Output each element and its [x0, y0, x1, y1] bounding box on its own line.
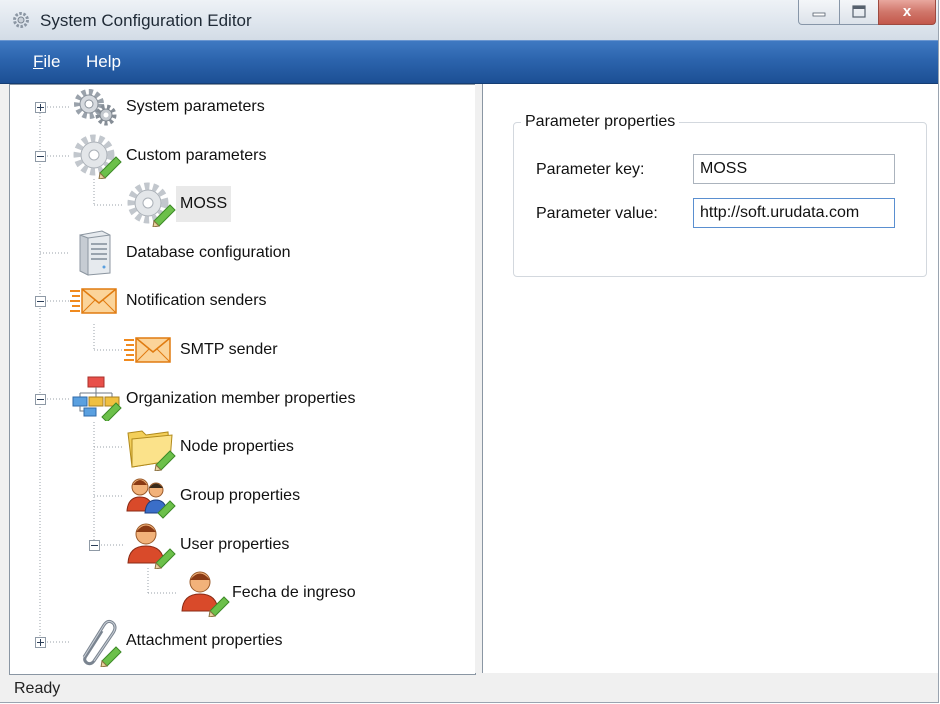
folder-edit-icon	[124, 423, 176, 475]
menu-file-label: ile	[43, 52, 61, 71]
title-bar[interactable]: System Configuration Editor x	[0, 0, 938, 40]
tree-label-node-properties: Node properties	[180, 438, 294, 455]
collapse-toggle-user-properties[interactable]	[89, 540, 100, 551]
status-bar: Ready	[0, 676, 938, 702]
config-tree[interactable]: System parameters Custom parameters MOSS…	[9, 84, 476, 675]
menu-file-mnemonic: F	[33, 52, 44, 71]
expand-toggle-system-parameters[interactable]	[35, 102, 46, 113]
tree-label-notification-senders: Notification senders	[126, 292, 267, 309]
tree-label-group-properties: Group properties	[180, 487, 301, 504]
tree-label-database-configuration: Database configuration	[126, 244, 291, 261]
window-title: System Configuration Editor	[40, 11, 252, 30]
collapse-toggle-organization-member-properties[interactable]	[35, 394, 46, 405]
menu-help[interactable]: Help	[86, 52, 121, 72]
tree-label-fecha-de-ingreso: Fecha de ingreso	[232, 584, 356, 601]
tree-label-system-parameters: System parameters	[126, 98, 265, 115]
menu-file[interactable]: File	[33, 52, 60, 72]
properties-panel: Parameter properties Parameter key: Para…	[482, 84, 938, 673]
collapse-toggle-notification-senders[interactable]	[35, 296, 46, 307]
parameter-value-label: Parameter value:	[536, 205, 658, 222]
close-glyph: x	[903, 3, 912, 20]
status-text: Ready	[14, 680, 61, 697]
gears-icon	[70, 87, 120, 131]
close-icon: x	[903, 3, 912, 20]
user-edit-icon	[178, 567, 230, 621]
parameter-key-label: Parameter key:	[536, 161, 645, 178]
tree-label-smtp-sender: SMTP sender	[180, 341, 278, 358]
menu-bar: File Help	[0, 40, 938, 84]
org-chart-icon	[70, 375, 124, 425]
maximize-icon	[852, 5, 866, 18]
parameter-value-input[interactable]	[693, 198, 895, 228]
mail-send-icon	[68, 283, 118, 323]
group-title: Parameter properties	[521, 113, 680, 131]
minimize-icon	[812, 12, 826, 17]
gear-edit-icon	[124, 181, 178, 231]
parameter-key-input[interactable]	[693, 154, 895, 184]
tree-label-moss: MOSS	[176, 186, 232, 222]
user-edit-icon	[124, 519, 176, 573]
app-gear-icon	[12, 11, 30, 29]
users-group-icon	[124, 473, 176, 523]
server-icon	[74, 229, 114, 281]
panel-splitter[interactable]	[475, 84, 481, 673]
tree-label-user-properties: User properties	[180, 536, 290, 553]
expand-toggle-attachment-properties[interactable]	[35, 637, 46, 648]
maximize-button[interactable]	[839, 0, 879, 25]
gear-edit-icon	[70, 133, 124, 183]
close-button[interactable]: x	[878, 0, 936, 25]
paperclip-edit-icon	[70, 617, 124, 671]
tree-label-custom-parameters: Custom parameters	[126, 147, 267, 164]
app-window: System Configuration Editor x File Help	[0, 0, 939, 703]
collapse-toggle-custom-parameters[interactable]	[35, 151, 46, 162]
tree-label-organization-member-properties: Organization member properties	[126, 390, 356, 407]
mail-send-icon	[122, 332, 172, 372]
minimize-button[interactable]	[798, 0, 840, 25]
tree-label-attachment-properties: Attachment properties	[126, 632, 283, 649]
